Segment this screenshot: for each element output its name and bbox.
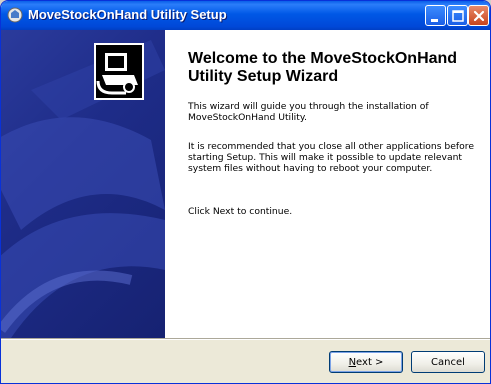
title-bar[interactable]: MoveStockOnHand Utility Setup <box>1 1 490 30</box>
wizard-side-banner <box>1 30 165 338</box>
recommendation-paragraph: It is recommended that you close all oth… <box>188 141 474 174</box>
cancel-button[interactable]: Cancel <box>411 351 485 373</box>
minimize-icon <box>431 19 438 22</box>
intro-paragraph: This wizard will guide you through the i… <box>188 101 429 123</box>
installer-icon <box>7 7 23 23</box>
window-title: MoveStockOnHand Utility Setup <box>28 7 227 22</box>
wizard-content: Welcome to the MoveStockOnHand Utility S… <box>1 30 490 338</box>
continue-instruction: Click Next to continue. <box>188 206 293 217</box>
cancel-label: Cancel <box>431 356 465 368</box>
minimize-button[interactable] <box>425 5 446 26</box>
next-button[interactable]: Next > <box>329 351 403 373</box>
close-button[interactable] <box>468 5 489 26</box>
next-mnemonic: N <box>348 356 357 368</box>
installer-logo <box>94 43 144 100</box>
maximize-button[interactable] <box>447 5 468 26</box>
installer-window: MoveStockOnHand Utility Setup Welcome to… <box>0 0 491 384</box>
next-label: ext > <box>356 356 384 368</box>
close-icon <box>473 10 485 22</box>
maximize-icon <box>452 10 464 22</box>
footer-divider <box>1 338 490 340</box>
computer-install-icon <box>96 53 138 95</box>
welcome-heading: Welcome to the MoveStockOnHand Utility S… <box>188 50 458 85</box>
